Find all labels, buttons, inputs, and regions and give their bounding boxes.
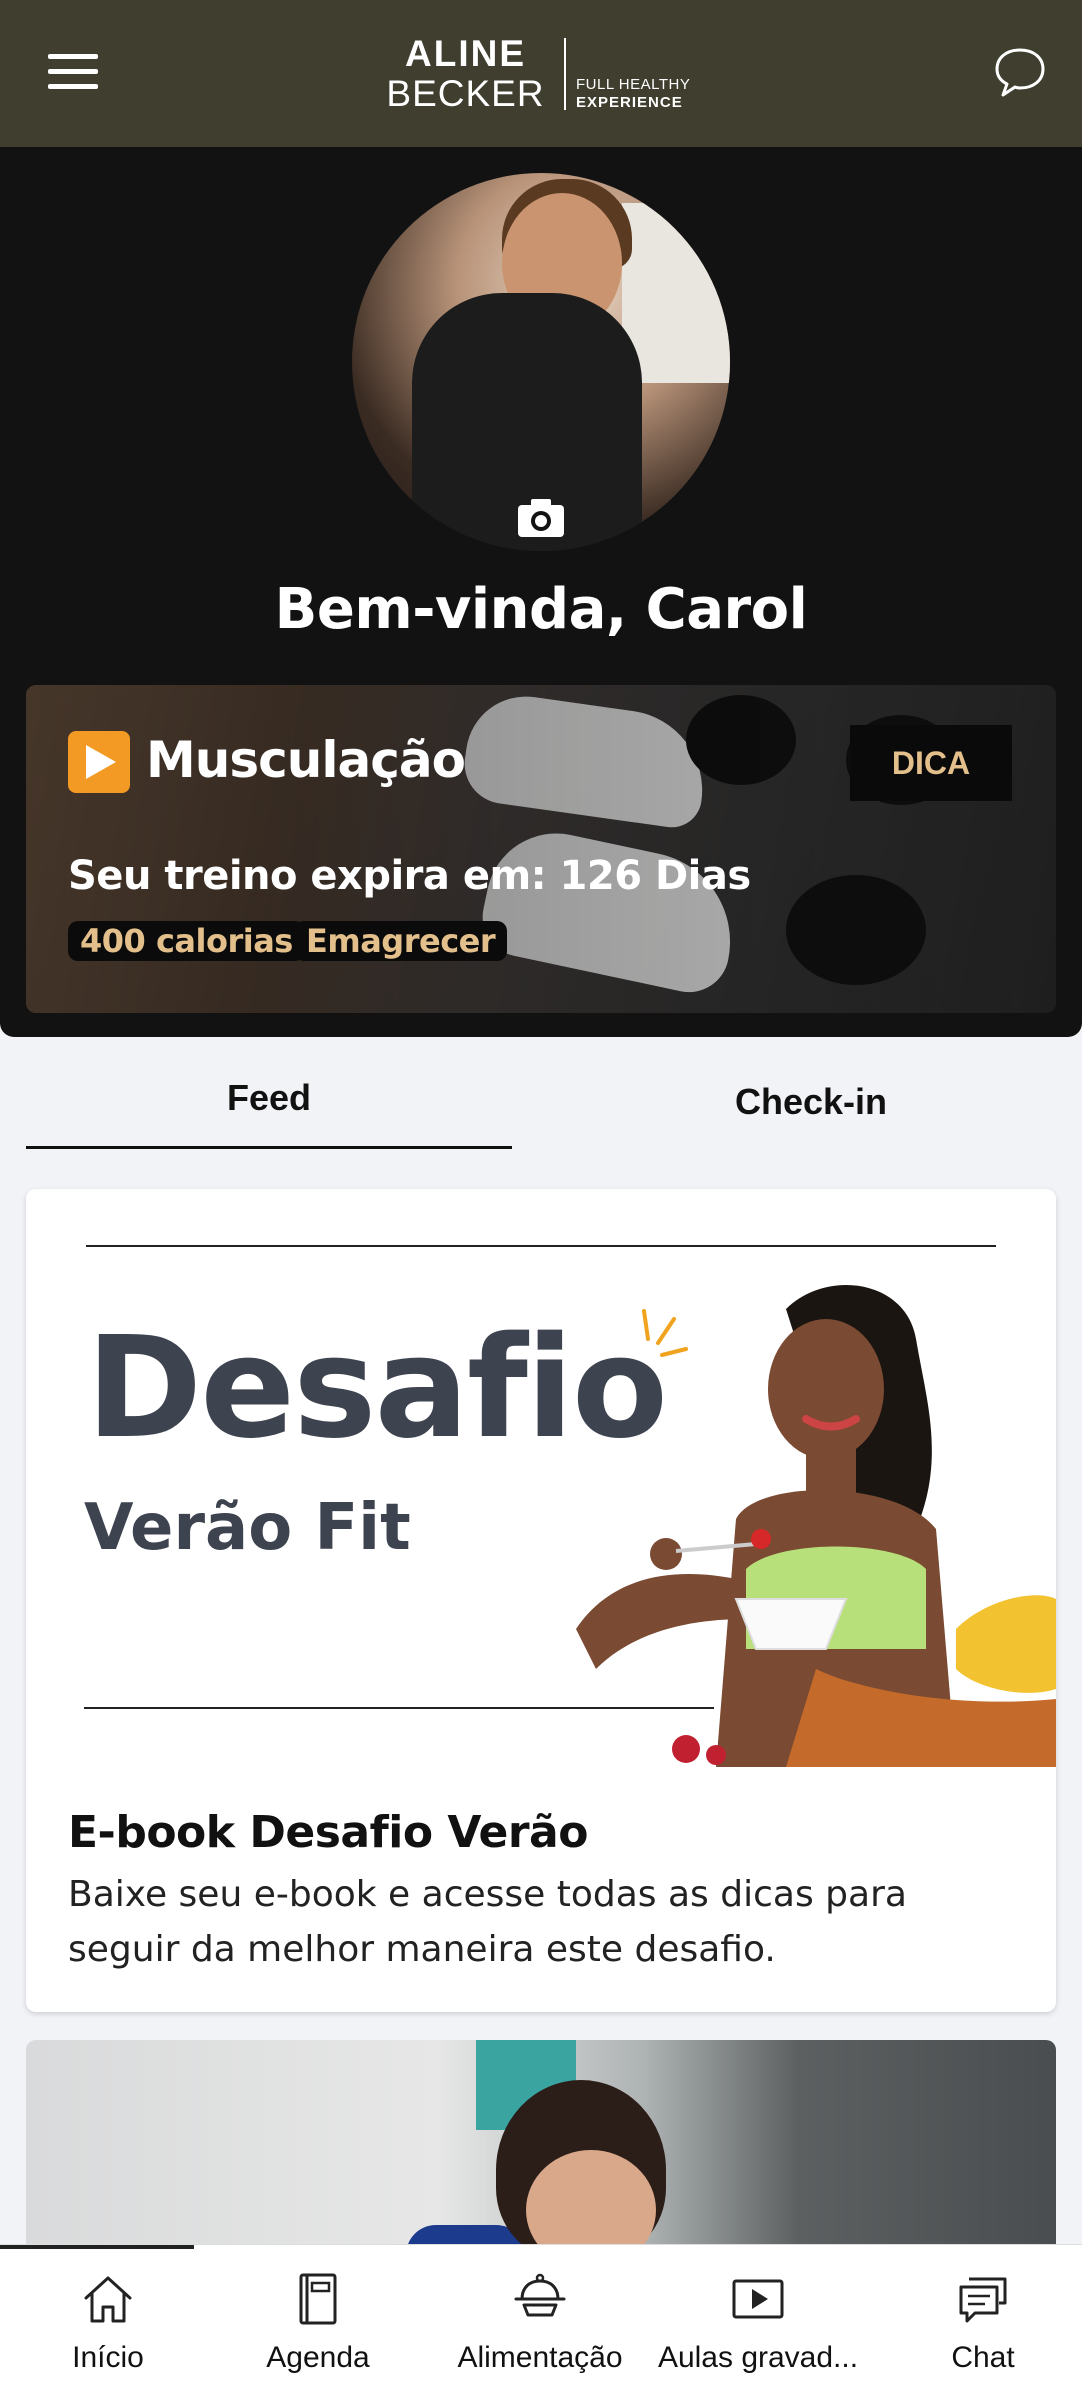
tab-bar: Feed Check-in	[0, 1037, 1082, 1157]
nav-label-alimentacao: Alimentação	[457, 2341, 623, 2374]
feed-item-title: E-book Desafio Verão	[68, 1807, 588, 1858]
active-tab-indicator	[26, 1146, 512, 1149]
video-icon	[732, 2279, 784, 2319]
nav-item-aulas-gravadas[interactable]: Aulas gravad...	[650, 2271, 866, 2375]
nav-label-chat: Chat	[951, 2341, 1015, 2374]
brand-logo: ALINE BECKER FULL HEALTHY EXPERIENCE	[378, 32, 708, 116]
nav-item-inicio[interactable]: Início	[0, 2271, 216, 2375]
home-icon	[84, 2276, 132, 2323]
logo-line1: ALINE	[405, 33, 526, 74]
tag-calories: 400 calorias	[68, 921, 305, 961]
workout-title: Musculação	[146, 731, 466, 789]
chat-bubble-icon[interactable]	[992, 44, 1048, 100]
chat-icon	[959, 2277, 1007, 2323]
feed-item-description: Baixe seu e-book e acesse todas as dicas…	[68, 1874, 907, 1970]
workout-card[interactable]: Musculação DICA Seu treino expira em: 12…	[26, 685, 1056, 1013]
logo-divider	[564, 38, 566, 110]
welcome-message: Bem-vinda, Carol	[274, 577, 808, 642]
hamburger-icon[interactable]	[48, 54, 98, 94]
woman-illustration	[576, 1285, 1056, 1767]
app-screen: ALINE BECKER FULL HEALTHY EXPERIENCE Bem…	[0, 0, 1082, 2402]
feed-card-next[interactable]	[26, 2040, 1056, 2260]
logo-line2: BECKER	[386, 73, 545, 114]
nav-item-alimentacao[interactable]: Alimentação	[432, 2271, 648, 2375]
tab-check-in[interactable]: Check-in	[568, 1081, 1054, 1123]
nav-label-inicio: Início	[72, 2341, 144, 2374]
food-icon	[514, 2273, 566, 2317]
nav-item-chat[interactable]: Chat	[875, 2271, 1082, 2375]
profile-hero: Bem-vinda, Carol Musculação DICA Seu tre…	[0, 147, 1082, 1037]
nav-label-aulas-gravadas: Aulas gravad...	[657, 2341, 859, 2374]
nav-label-agenda: Agenda	[266, 2341, 370, 2374]
tab-feed[interactable]: Feed	[26, 1077, 512, 1119]
feed-banner: Desafio Verão Fit	[26, 1189, 1056, 1767]
agenda-icon	[299, 2273, 337, 2325]
top-bar: ALINE BECKER FULL HEALTHY EXPERIENCE	[0, 0, 1082, 147]
feed-card[interactable]: Desafio Verão Fit E-book Desafio Verão B…	[26, 1189, 1056, 2012]
tag-goal: Emagrecer	[294, 921, 508, 961]
play-icon	[68, 731, 130, 793]
nav-item-agenda[interactable]: Agenda	[210, 2271, 426, 2375]
logo-tag2: EXPERIENCE	[576, 94, 683, 111]
active-nav-indicator	[0, 2245, 194, 2249]
avatar[interactable]	[352, 173, 730, 551]
logo-tag1: FULL HEALTHY	[576, 76, 691, 93]
workout-expiration: Seu treino expira em: 126 Dias	[68, 853, 751, 899]
camera-icon[interactable]	[516, 497, 566, 539]
banner-subtitle: Verão Fit	[84, 1491, 411, 1565]
bottom-navigation: Início Agenda Alimentação Aulas gravad..…	[0, 2244, 1082, 2402]
tip-button[interactable]: DICA	[850, 725, 1012, 801]
